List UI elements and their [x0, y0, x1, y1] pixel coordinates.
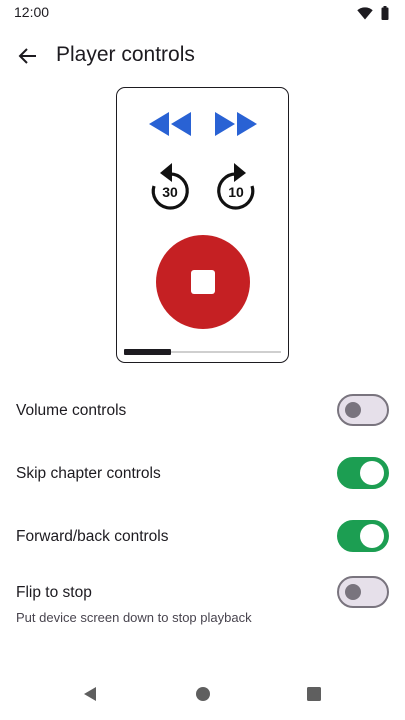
setting-label: Forward/back controls — [16, 528, 169, 545]
nav-recents-icon — [307, 687, 321, 701]
navigation-bar — [0, 672, 405, 720]
nav-home-button[interactable] — [195, 686, 211, 707]
skip-next-chapter-button[interactable] — [214, 110, 258, 138]
setting-row-flip-to-stop[interactable]: Flip to stop Put device screen down to s… — [0, 576, 405, 628]
arrow-back-icon — [18, 48, 36, 64]
forward-back-controls-switch[interactable] — [337, 520, 389, 552]
switch-thumb — [345, 584, 361, 600]
skip-previous-chapter-button[interactable] — [148, 110, 192, 138]
skip-chapter-controls-switch[interactable] — [337, 457, 389, 489]
nav-back-icon — [84, 687, 96, 701]
progress-bar[interactable] — [124, 349, 281, 355]
skip-next-chapter-icon — [215, 112, 257, 136]
volume-controls-switch[interactable] — [337, 394, 389, 426]
forward-seconds: 10 — [228, 184, 244, 200]
back-button[interactable] — [12, 40, 44, 72]
forward-button[interactable]: 10 — [214, 160, 258, 212]
setting-label: Volume controls — [16, 402, 127, 419]
rewind-button[interactable]: 30 — [148, 160, 192, 212]
setting-label: Flip to stop — [16, 584, 92, 601]
rewind-30-icon: 30 — [151, 163, 189, 210]
switch-thumb — [360, 461, 384, 485]
stop-button[interactable] — [156, 235, 250, 329]
page-title: Player controls — [56, 43, 195, 66]
wifi-icon — [357, 6, 373, 19]
nav-recents-button[interactable] — [306, 686, 322, 707]
battery-icon — [381, 6, 389, 20]
skip-previous-chapter-icon — [149, 112, 191, 136]
flip-to-stop-switch[interactable] — [337, 576, 389, 608]
setting-subtitle: Put device screen down to stop playback — [16, 610, 252, 625]
status-bar: 12:00 — [0, 0, 405, 26]
nav-home-icon — [196, 687, 210, 701]
status-time: 12:00 — [14, 4, 50, 20]
status-icons — [357, 6, 389, 20]
setting-label: Skip chapter controls — [16, 465, 161, 482]
player-preview: 30 10 — [116, 87, 289, 363]
app-bar: Player controls — [0, 30, 405, 82]
rewind-seconds: 30 — [162, 184, 178, 200]
switch-thumb — [360, 524, 384, 548]
forward-10-icon: 10 — [217, 163, 255, 210]
nav-back-button[interactable] — [82, 686, 98, 707]
setting-row-volume[interactable]: Volume controls — [0, 394, 405, 430]
setting-row-forward-back[interactable]: Forward/back controls — [0, 520, 405, 556]
stop-icon — [191, 270, 215, 294]
progress-fill — [124, 349, 172, 355]
setting-row-skip-chapter[interactable]: Skip chapter controls — [0, 457, 405, 493]
switch-thumb — [345, 402, 361, 418]
